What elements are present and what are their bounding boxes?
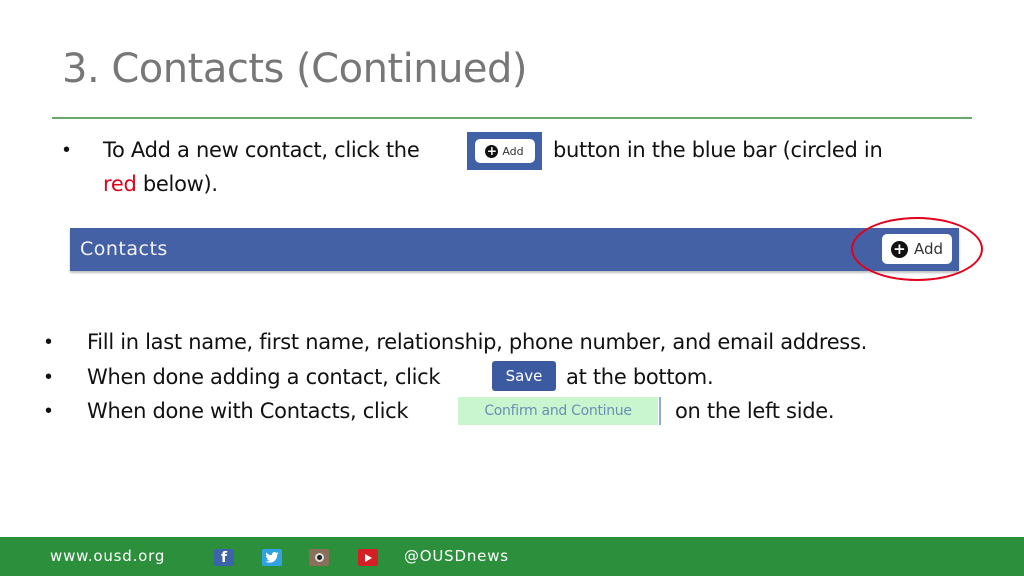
bullet-marker: •	[45, 331, 53, 353]
bullet-marker: •	[63, 139, 71, 161]
plus-circle-icon: +	[485, 144, 499, 158]
red-highlight-circle	[851, 217, 983, 281]
save-button[interactable]: Save	[492, 361, 556, 391]
step-save-after: at the bottom.	[566, 365, 714, 389]
youtube-play-glyph	[364, 553, 372, 562]
step-save-before: When done adding a contact, click	[87, 365, 441, 389]
confirm-and-continue-button[interactable]: Confirm and Continue	[458, 397, 658, 425]
red-word: red	[103, 172, 137, 196]
contacts-bar: Contacts + Add	[70, 228, 959, 271]
footer-bar: www.ousd.org f @OUSDnews	[0, 537, 1024, 576]
step-fill-in: Fill in last name, first name, relations…	[87, 330, 867, 354]
add-button-illustration: + Add	[474, 139, 535, 163]
intro-text-before: To Add a new contact, click the	[103, 138, 420, 162]
inline-add-button-image: + Add	[467, 132, 542, 170]
twitter-bird-glyph	[265, 552, 279, 563]
instagram-lens	[314, 553, 324, 562]
add-button-label: Add	[502, 144, 524, 158]
twitter-icon[interactable]	[262, 549, 282, 566]
contacts-bar-title: Contacts	[80, 238, 168, 260]
intro-line2-rest: below).	[136, 172, 218, 196]
footer-social-handle[interactable]: @OUSDnews	[404, 547, 509, 565]
instagram-icon[interactable]	[309, 549, 329, 566]
intro-text-line2: red below).	[103, 170, 218, 198]
footer-website-link[interactable]: www.ousd.org	[50, 547, 165, 565]
step-confirm-before: When done with Contacts, click	[87, 399, 409, 423]
facebook-icon[interactable]: f	[214, 549, 234, 566]
step-confirm-after: on the left side.	[675, 399, 835, 423]
title-divider	[52, 117, 972, 119]
confirm-button-edge	[659, 397, 661, 425]
youtube-icon[interactable]	[358, 549, 378, 566]
intro-text-after: button in the blue bar (circled in	[553, 138, 883, 162]
bullet-marker: •	[45, 400, 53, 422]
bullet-marker: •	[45, 366, 53, 388]
slide-title: 3. Contacts (Continued)	[62, 46, 528, 92]
